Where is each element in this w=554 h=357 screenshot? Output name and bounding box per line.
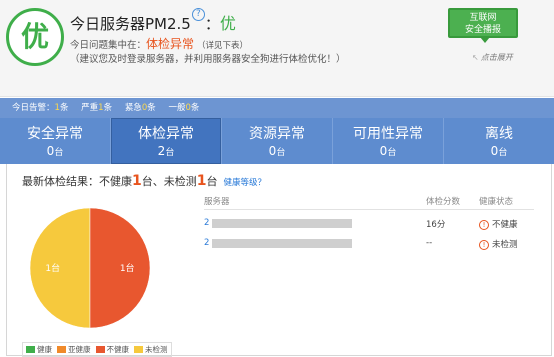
unhealthy-count: 1 (132, 173, 142, 189)
pie-label-0: 1台 (45, 262, 60, 274)
legend-item: 不健康 (95, 344, 130, 355)
alert-today: 今日告警：1条 (12, 103, 68, 113)
broadcast-line2: 安全播报 (464, 25, 501, 35)
header-status: 健康状态 (479, 197, 514, 207)
checkup-result: 最新体检结果：不健康1台、未检测1台 健康等级？ (22, 173, 266, 189)
tab-label: 体检异常 (138, 126, 194, 142)
tab-count-unit: 台 (276, 148, 286, 158)
health-pie-chart: 1台 1台 (29, 207, 151, 329)
tab-count-unit: 台 (54, 148, 64, 158)
internet-security-broadcast-button[interactable]: 互联网 安全播报 (448, 8, 518, 43)
server-link[interactable]: 2 (204, 238, 209, 248)
alert-unit: 条 (190, 103, 200, 113)
expand-text: 点击展开 (480, 53, 513, 62)
unchecked-count: 1 (196, 173, 207, 189)
server-link[interactable]: 2 (204, 218, 209, 228)
table-row: 2 16分 ! 不健康 (204, 218, 544, 238)
issue-prefix: 今日问题集中在： (70, 40, 147, 51)
alert-severe: 严重1条 (81, 103, 112, 113)
legend-swatch (95, 346, 105, 353)
legend-item: 亚健康 (57, 344, 91, 355)
status-cell: ! 未检测 (479, 238, 518, 250)
broadcast-line1: 互联网 (469, 13, 497, 23)
legend-label: 不健康 (106, 345, 130, 354)
tab-security-exception[interactable]: 安全异常 0台 (0, 118, 111, 164)
grade-badge: 优 (6, 8, 64, 66)
tab-count: 0台 (0, 143, 110, 161)
status-text: 未检测 (492, 240, 518, 250)
report-header: 优 今日服务器PM2.5?：优 今日问题集中在：体检异常 （详见下表） （建议您及… (0, 0, 554, 97)
help-icon[interactable]: ? (191, 8, 205, 21)
tab-count-unit: 台 (498, 148, 508, 158)
pie-label-1: 1台 (120, 262, 135, 274)
tab-label: 可用性异常 (353, 126, 423, 142)
header-score: 体检分数 (426, 197, 461, 207)
legend-swatch (26, 346, 35, 353)
grade-text: 优 (219, 14, 236, 33)
category-tabs: 安全异常 0台 体检异常 2台 资源异常 0台 可用性异常 0台 离线 0台 (0, 118, 554, 164)
result-mid: 台、未检测 (141, 175, 197, 188)
redacted-server-name (212, 219, 352, 228)
advice-text: （建议您及时登录服务器，并利用服务器安全狗进行体检优化！） (70, 54, 346, 65)
tab-availability-exception[interactable]: 可用性异常 0台 (333, 118, 444, 164)
page-title: 今日服务器PM2.5?：优 (70, 8, 236, 34)
tab-resource-exception[interactable]: 资源异常 0台 (222, 118, 333, 164)
alert-label: 一般 (168, 103, 186, 113)
status-cell: ! 不健康 (479, 218, 518, 230)
tab-label: 安全异常 (27, 126, 83, 142)
issue-detail: （详见下表） (197, 41, 249, 51)
tab-offline[interactable]: 离线 0台 (444, 118, 554, 164)
title-text: 今日服务器PM2.5 (70, 15, 191, 33)
legend-item: 健康 (26, 344, 52, 355)
tab-label: 离线 (485, 126, 513, 142)
legend-swatch (57, 346, 66, 353)
pointer-triangle-icon (480, 37, 490, 43)
tab-count: 0台 (222, 143, 332, 161)
tab-count-unit: 台 (165, 148, 175, 158)
alert-label: 严重 (81, 103, 99, 113)
alert-urgent: 紧急0条 (125, 103, 156, 113)
health-level-link[interactable]: 健康等级？ (224, 178, 267, 188)
tab-count: 0台 (444, 143, 554, 161)
legend-label: 健康 (37, 345, 52, 354)
legend-item: 未检测 (134, 344, 168, 355)
tab-count: 2台 (111, 143, 221, 161)
warning-icon: ! (479, 219, 489, 230)
result-suffix: 台 (206, 175, 218, 188)
alert-unit: 条 (147, 103, 156, 113)
tab-count-unit: 台 (387, 148, 397, 158)
tab-label: 资源异常 (249, 126, 305, 142)
legend-label: 未检测 (145, 345, 168, 354)
alert-unit: 条 (103, 103, 113, 113)
alert-bar: 今日告警：1条 严重1条 紧急0条 一般0条 (0, 98, 554, 118)
issue-focus: 体检异常 (146, 37, 195, 51)
title-colon: ： (204, 15, 220, 33)
score-cell: 16分 (426, 220, 446, 230)
legend-label: 亚健康 (68, 345, 91, 354)
alert-label: 紧急 (124, 103, 142, 113)
status-text: 不健康 (492, 220, 518, 230)
expand-arrow-icon: ↖ (472, 53, 479, 62)
table-row: 2 -- ! 未检测 (204, 238, 544, 258)
header-server: 服务器 (204, 197, 230, 207)
result-prefix: 最新体检结果：不健康 (22, 175, 132, 188)
score-cell: -- (426, 238, 433, 248)
alert-unit: 条 (59, 103, 69, 113)
issue-summary: 今日问题集中在：体检异常 （详见下表） (70, 35, 248, 52)
warning-icon: ! (479, 239, 489, 250)
alert-label: 今日告警： (12, 103, 55, 113)
header-divider (204, 209, 534, 210)
tab-count: 0台 (333, 143, 443, 161)
tab-checkup-exception[interactable]: 体检异常 2台 (111, 118, 222, 164)
expand-link[interactable]: ↖ 点击展开 (472, 52, 513, 63)
legend-swatch (134, 346, 143, 353)
alert-normal: 一般0条 (168, 103, 199, 113)
redacted-server-name (212, 239, 352, 248)
